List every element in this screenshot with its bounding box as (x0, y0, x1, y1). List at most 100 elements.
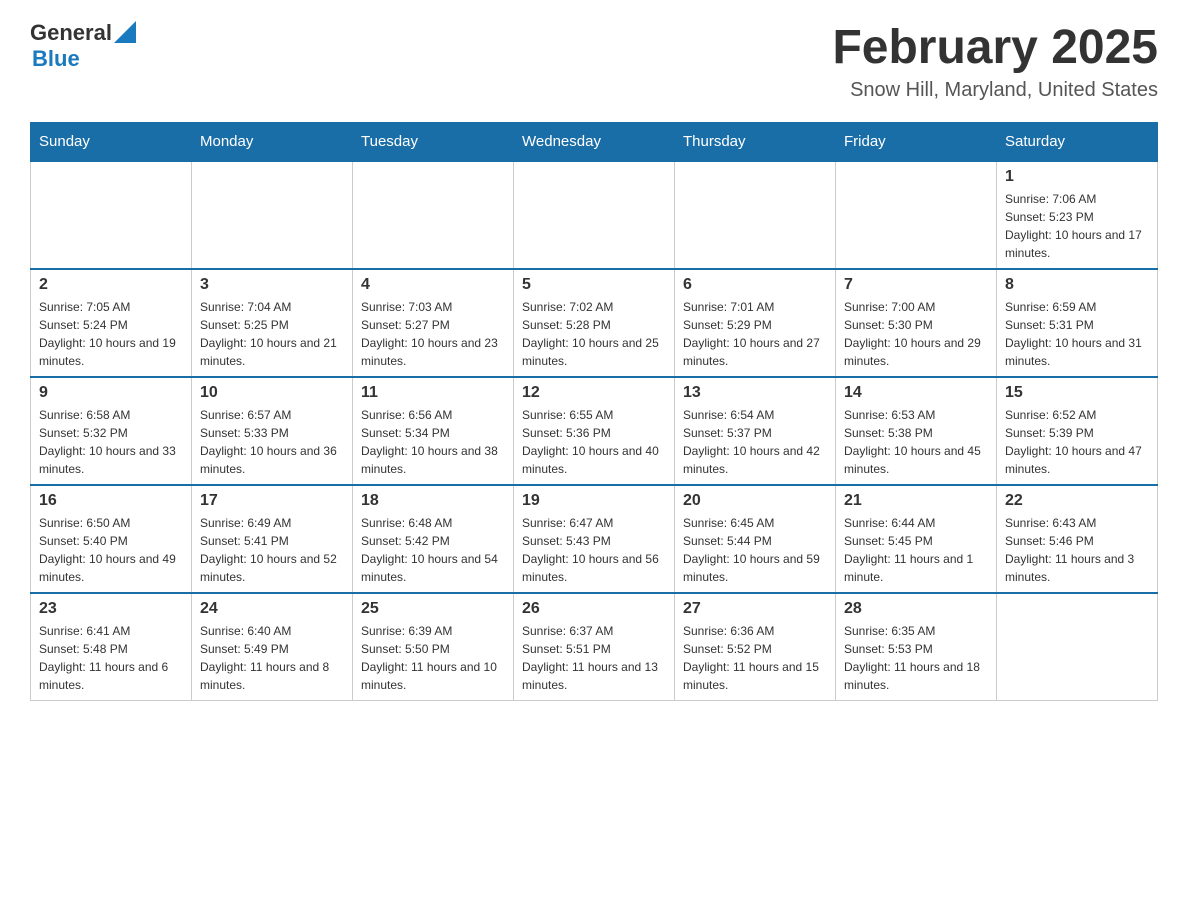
calendar-cell (514, 161, 675, 269)
calendar-week-row: 23Sunrise: 6:41 AMSunset: 5:48 PMDayligh… (31, 593, 1158, 701)
day-number: 25 (361, 600, 505, 618)
day-number: 13 (683, 384, 827, 402)
calendar-cell: 22Sunrise: 6:43 AMSunset: 5:46 PMDayligh… (997, 485, 1158, 593)
day-info: Sunrise: 7:00 AMSunset: 5:30 PMDaylight:… (844, 298, 988, 370)
day-info: Sunrise: 6:44 AMSunset: 5:45 PMDaylight:… (844, 514, 988, 586)
day-header-friday: Friday (836, 123, 997, 162)
day-info: Sunrise: 7:03 AMSunset: 5:27 PMDaylight:… (361, 298, 505, 370)
day-number: 10 (200, 384, 344, 402)
calendar-cell: 5 Sunrise: 7:02 AMSunset: 5:28 PMDaylight… (514, 269, 675, 377)
title-section: February 2025 Snow Hill, Maryland, Unite… (832, 20, 1158, 102)
day-number: 28 (844, 600, 988, 618)
calendar-cell (836, 161, 997, 269)
calendar-week-row: 16 Sunrise: 6:50 AMSunset: 5:40 PMDayligh… (31, 485, 1158, 593)
calendar-cell: 8Sunrise: 6:59 AMSunset: 5:31 PMDaylight… (997, 269, 1158, 377)
day-info: Sunrise: 6:53 AMSunset: 5:38 PMDaylight:… (844, 406, 988, 478)
day-info: Sunrise: 6:49 AMSunset: 5:41 PMDaylight:… (200, 514, 344, 586)
calendar-cell (31, 161, 192, 269)
day-info: Sunrise: 7:02 AMSunset: 5:28 PMDaylight:… (522, 298, 666, 370)
day-number: 12 (522, 384, 666, 402)
day-info: Sunrise: 7:04 AMSunset: 5:25 PMDaylight:… (200, 298, 344, 370)
day-number: 6 (683, 276, 827, 294)
day-info: Sunrise: 7:01 AMSunset: 5:29 PMDaylight:… (683, 298, 827, 370)
calendar-subtitle: Snow Hill, Maryland, United States (832, 79, 1158, 102)
day-info: Sunrise: 6:39 AMSunset: 5:50 PMDaylight:… (361, 622, 505, 694)
calendar-cell: 1Sunrise: 7:06 AMSunset: 5:23 PMDaylight… (997, 161, 1158, 269)
day-info: Sunrise: 7:05 AMSunset: 5:24 PMDaylight:… (39, 298, 183, 370)
day-info: Sunrise: 6:57 AMSunset: 5:33 PMDaylight:… (200, 406, 344, 478)
day-number: 18 (361, 492, 505, 510)
calendar-cell: 19 Sunrise: 6:47 AMSunset: 5:43 PMDayligh… (514, 485, 675, 593)
day-number: 19 (522, 492, 666, 510)
calendar-cell: 16 Sunrise: 6:50 AMSunset: 5:40 PMDayligh… (31, 485, 192, 593)
day-header-saturday: Saturday (997, 123, 1158, 162)
calendar-cell: 28 Sunrise: 6:35 AMSunset: 5:53 PMDayligh… (836, 593, 997, 701)
day-number: 15 (1005, 384, 1149, 402)
day-info: Sunrise: 6:43 AMSunset: 5:46 PMDaylight:… (1005, 514, 1149, 586)
day-header-thursday: Thursday (675, 123, 836, 162)
calendar-cell: 10 Sunrise: 6:57 AMSunset: 5:33 PMDayligh… (192, 377, 353, 485)
day-number: 2 (39, 276, 183, 294)
day-info: Sunrise: 6:45 AMSunset: 5:44 PMDaylight:… (683, 514, 827, 586)
calendar-week-row: 9Sunrise: 6:58 AMSunset: 5:32 PMDaylight… (31, 377, 1158, 485)
calendar-cell: 18 Sunrise: 6:48 AMSunset: 5:42 PMDayligh… (353, 485, 514, 593)
day-info: Sunrise: 6:55 AMSunset: 5:36 PMDaylight:… (522, 406, 666, 478)
calendar-table: SundayMondayTuesdayWednesdayThursdayFrid… (30, 122, 1158, 701)
calendar-cell: 11 Sunrise: 6:56 AMSunset: 5:34 PMDayligh… (353, 377, 514, 485)
calendar-cell: 9Sunrise: 6:58 AMSunset: 5:32 PMDaylight… (31, 377, 192, 485)
day-info: Sunrise: 6:47 AMSunset: 5:43 PMDaylight:… (522, 514, 666, 586)
day-header-tuesday: Tuesday (353, 123, 514, 162)
day-number: 21 (844, 492, 988, 510)
calendar-week-row: 1Sunrise: 7:06 AMSunset: 5:23 PMDaylight… (31, 161, 1158, 269)
calendar-cell: 15 Sunrise: 6:52 AMSunset: 5:39 PMDayligh… (997, 377, 1158, 485)
day-number: 27 (683, 600, 827, 618)
logo-blue: Blue (32, 46, 136, 72)
day-number: 4 (361, 276, 505, 294)
day-info: Sunrise: 6:36 AMSunset: 5:52 PMDaylight:… (683, 622, 827, 694)
day-number: 26 (522, 600, 666, 618)
calendar-cell (353, 161, 514, 269)
day-number: 17 (200, 492, 344, 510)
calendar-cell: 23Sunrise: 6:41 AMSunset: 5:48 PMDayligh… (31, 593, 192, 701)
calendar-cell: 6 Sunrise: 7:01 AMSunset: 5:29 PMDaylight… (675, 269, 836, 377)
calendar-cell: 7 Sunrise: 7:00 AMSunset: 5:30 PMDaylight… (836, 269, 997, 377)
calendar-cell (997, 593, 1158, 701)
calendar-cell: 20 Sunrise: 6:45 AMSunset: 5:44 PMDayligh… (675, 485, 836, 593)
day-number: 11 (361, 384, 505, 402)
calendar-cell (192, 161, 353, 269)
day-header-sunday: Sunday (31, 123, 192, 162)
day-number: 16 (39, 492, 183, 510)
day-info: Sunrise: 6:37 AMSunset: 5:51 PMDaylight:… (522, 622, 666, 694)
calendar-cell: 13Sunrise: 6:54 AMSunset: 5:37 PMDayligh… (675, 377, 836, 485)
day-info: Sunrise: 6:50 AMSunset: 5:40 PMDaylight:… (39, 514, 183, 586)
page-header: General Blue February 2025 Snow Hill, Ma… (30, 20, 1158, 102)
day-number: 14 (844, 384, 988, 402)
day-info: Sunrise: 6:35 AMSunset: 5:53 PMDaylight:… (844, 622, 988, 694)
calendar-header-row: SundayMondayTuesdayWednesdayThursdayFrid… (31, 123, 1158, 162)
day-info: Sunrise: 7:06 AMSunset: 5:23 PMDaylight:… (1005, 190, 1149, 262)
day-info: Sunrise: 6:48 AMSunset: 5:42 PMDaylight:… (361, 514, 505, 586)
calendar-cell: 21 Sunrise: 6:44 AMSunset: 5:45 PMDayligh… (836, 485, 997, 593)
logo-arrow-icon (114, 21, 136, 43)
calendar-cell: 26 Sunrise: 6:37 AMSunset: 5:51 PMDayligh… (514, 593, 675, 701)
logo-general: General (30, 20, 112, 46)
day-number: 8 (1005, 276, 1149, 294)
day-number: 3 (200, 276, 344, 294)
calendar-cell: 14 Sunrise: 6:53 AMSunset: 5:38 PMDayligh… (836, 377, 997, 485)
calendar-cell: 12 Sunrise: 6:55 AMSunset: 5:36 PMDayligh… (514, 377, 675, 485)
day-header-monday: Monday (192, 123, 353, 162)
logo: General Blue (30, 20, 136, 72)
calendar-week-row: 2 Sunrise: 7:05 AMSunset: 5:24 PMDaylight… (31, 269, 1158, 377)
calendar-cell: 25 Sunrise: 6:39 AMSunset: 5:50 PMDayligh… (353, 593, 514, 701)
day-info: Sunrise: 6:52 AMSunset: 5:39 PMDaylight:… (1005, 406, 1149, 478)
calendar-cell: 24Sunrise: 6:40 AMSunset: 5:49 PMDayligh… (192, 593, 353, 701)
day-info: Sunrise: 6:56 AMSunset: 5:34 PMDaylight:… (361, 406, 505, 478)
day-info: Sunrise: 6:40 AMSunset: 5:49 PMDaylight:… (200, 622, 344, 694)
day-number: 7 (844, 276, 988, 294)
calendar-cell: 17 Sunrise: 6:49 AMSunset: 5:41 PMDayligh… (192, 485, 353, 593)
calendar-cell (675, 161, 836, 269)
day-header-wednesday: Wednesday (514, 123, 675, 162)
day-number: 5 (522, 276, 666, 294)
day-info: Sunrise: 6:58 AMSunset: 5:32 PMDaylight:… (39, 406, 183, 478)
day-number: 20 (683, 492, 827, 510)
